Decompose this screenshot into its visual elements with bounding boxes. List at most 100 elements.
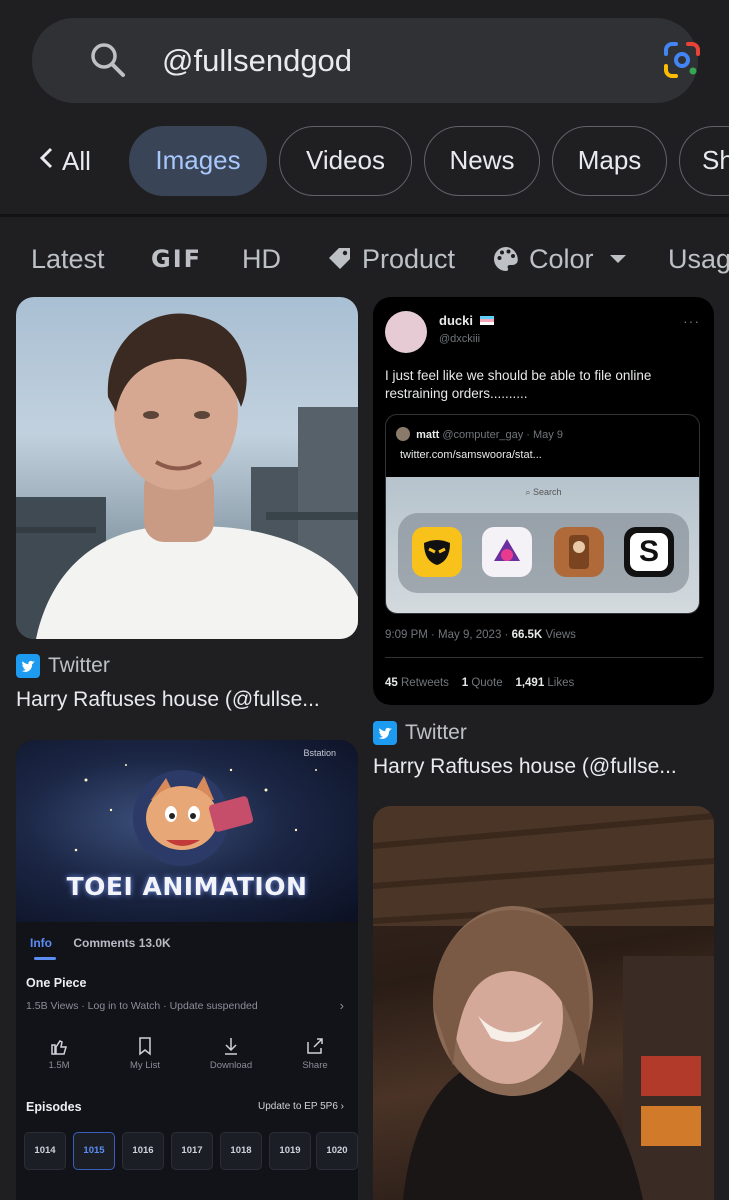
tab-shopping[interactable]: Sh bbox=[679, 126, 729, 196]
tweet-author-name: ducki bbox=[439, 313, 494, 328]
filter-latest[interactable]: Latest bbox=[31, 228, 105, 290]
quoted-tweet-header: matt @computer_gay · May 9 bbox=[396, 427, 563, 441]
more-icon: ··· bbox=[683, 313, 700, 329]
taco-bell-app-icon bbox=[482, 527, 532, 577]
tweet-text: I just feel like we should be able to fi… bbox=[385, 368, 652, 401]
episodes-heading: Episodes bbox=[26, 1100, 82, 1114]
flag-icon bbox=[479, 316, 494, 325]
tab-news[interactable]: News bbox=[424, 126, 540, 196]
twitter-icon bbox=[373, 721, 397, 745]
tweet-time-text: 9:09 PM · May 9, 2023 · bbox=[385, 629, 512, 641]
anime-tabs: Info Comments 13.0K bbox=[30, 936, 171, 950]
share-icon bbox=[307, 1038, 323, 1054]
source-label: Twitter bbox=[48, 654, 110, 677]
likes-count: 1,491 bbox=[515, 677, 545, 689]
episode-item-selected: 1015 bbox=[73, 1132, 115, 1170]
grindr-app-icon bbox=[412, 527, 462, 577]
quote-user: matt bbox=[416, 429, 440, 441]
filter-color[interactable]: Color bbox=[491, 228, 627, 290]
anime-meta: 1.5B Views · Log in to Watch · Update su… bbox=[26, 1000, 258, 1012]
quote-search-text: Search bbox=[533, 487, 562, 497]
search-bar[interactable]: @fullsendgod bbox=[32, 18, 700, 103]
filter-color-label: Color bbox=[529, 244, 594, 274]
update-label-text: Update to EP 5P6 bbox=[258, 1101, 338, 1112]
like-count: 1.5M bbox=[48, 1060, 70, 1071]
download-action: Download bbox=[188, 1036, 274, 1071]
image-result-anime[interactable]: Bstation TOEI ANIMATION Info Comments 13… bbox=[16, 740, 358, 1200]
caret-down-icon bbox=[610, 255, 627, 263]
tab-comments: Comments 13.0K bbox=[73, 936, 171, 950]
source-label: Twitter bbox=[405, 721, 467, 744]
episode-item: 1017 bbox=[171, 1132, 213, 1170]
thumbs-up-icon bbox=[51, 1040, 67, 1055]
image-result-party-photo[interactable] bbox=[373, 806, 714, 1200]
anime-title: One Piece bbox=[26, 976, 87, 990]
chevron-left-icon bbox=[38, 126, 54, 196]
app-dock: S bbox=[398, 513, 689, 593]
image-result-portrait[interactable] bbox=[16, 297, 358, 639]
divider bbox=[0, 214, 729, 217]
search-tabs: All Images Videos News Maps Sh bbox=[0, 126, 729, 198]
result-title[interactable]: Harry Raftuses house (@fullse... bbox=[373, 755, 677, 779]
tab-maps[interactable]: Maps bbox=[552, 126, 667, 196]
quote-avatar bbox=[396, 427, 410, 441]
tweet-stats: 45 Retweets 1 Quote 1,491 Likes bbox=[385, 677, 574, 689]
search-input[interactable]: @fullsendgod bbox=[162, 18, 352, 103]
tweet-views-label: Views bbox=[542, 629, 576, 641]
tag-icon bbox=[329, 248, 350, 269]
tweet-timestamp: 9:09 PM · May 9, 2023 · 66.5K Views bbox=[385, 629, 576, 641]
retweets-label: Retweets bbox=[397, 677, 449, 689]
palette-icon bbox=[494, 247, 518, 271]
quoted-tweet: matt @computer_gay · May 9 twitter.com/s… bbox=[385, 414, 700, 614]
tweet-views-count: 66.5K bbox=[511, 629, 543, 641]
tab-images[interactable]: Images bbox=[129, 126, 267, 196]
my-list-label: My List bbox=[129, 1060, 161, 1071]
s-app-icon: S bbox=[624, 527, 674, 577]
result-source[interactable]: Twitter bbox=[373, 721, 467, 745]
party-photo bbox=[373, 806, 714, 1200]
tab-videos[interactable]: Videos bbox=[279, 126, 412, 196]
episode-list: 1014 1015 1016 1017 1018 1019 1020 bbox=[20, 1132, 358, 1170]
portrait-photo bbox=[16, 313, 358, 639]
tweet-name-text: ducki bbox=[439, 313, 473, 328]
share-action: Share bbox=[272, 1036, 358, 1071]
image-result-tweet[interactable]: ducki @dxckiii ··· I just feel like we s… bbox=[373, 297, 714, 705]
tab-all[interactable]: All bbox=[38, 126, 91, 196]
episode-item: 1018 bbox=[220, 1132, 262, 1170]
filter-gif[interactable]: GIF bbox=[151, 228, 202, 290]
quote-link: twitter.com/samswoora/stat... bbox=[400, 449, 542, 461]
quote-handle: @computer_gay · May 9 bbox=[442, 429, 563, 441]
quotes-label: Quote bbox=[468, 677, 503, 689]
likes-label: Likes bbox=[544, 677, 575, 689]
toei-animation-text: TOEI ANIMATION bbox=[66, 872, 308, 901]
anime-banner: Bstation TOEI ANIMATION bbox=[16, 740, 358, 922]
tweet-handle: @dxckiii bbox=[439, 333, 481, 345]
divider bbox=[385, 657, 703, 658]
episode-item: 1019 bbox=[269, 1132, 311, 1170]
google-lens-icon[interactable] bbox=[662, 40, 702, 80]
retweets-count: 45 bbox=[385, 677, 398, 689]
game-app-icon bbox=[554, 527, 604, 577]
result-source[interactable]: Twitter bbox=[16, 654, 110, 678]
filter-hd[interactable]: HD bbox=[242, 228, 281, 290]
tab-info: Info bbox=[30, 936, 52, 950]
episode-item: 1014 bbox=[24, 1132, 66, 1170]
chevron-right-icon: › bbox=[339, 998, 344, 1013]
result-title[interactable]: Harry Raftuses house (@fullse... bbox=[16, 688, 320, 712]
filter-chips: Latest GIF HD Product Color Usag bbox=[0, 228, 729, 290]
bookmark-icon bbox=[139, 1037, 151, 1056]
search-icon[interactable] bbox=[88, 40, 128, 80]
share-label: Share bbox=[302, 1060, 328, 1071]
filter-product-label: Product bbox=[362, 244, 456, 274]
twitter-icon bbox=[16, 654, 40, 678]
episode-item: 1016 bbox=[122, 1132, 164, 1170]
episode-item: 1020 bbox=[316, 1132, 358, 1170]
s-app-letter: S bbox=[630, 533, 668, 571]
avatar bbox=[385, 311, 427, 353]
like-action: 1.5M bbox=[16, 1036, 102, 1071]
bstation-logo: Bstation bbox=[303, 748, 336, 758]
filter-usage[interactable]: Usag bbox=[668, 228, 729, 290]
my-list-action: My List bbox=[102, 1036, 188, 1071]
filter-product[interactable]: Product bbox=[326, 228, 455, 290]
anime-actions: 1.5M My List Download Share bbox=[16, 1036, 358, 1086]
